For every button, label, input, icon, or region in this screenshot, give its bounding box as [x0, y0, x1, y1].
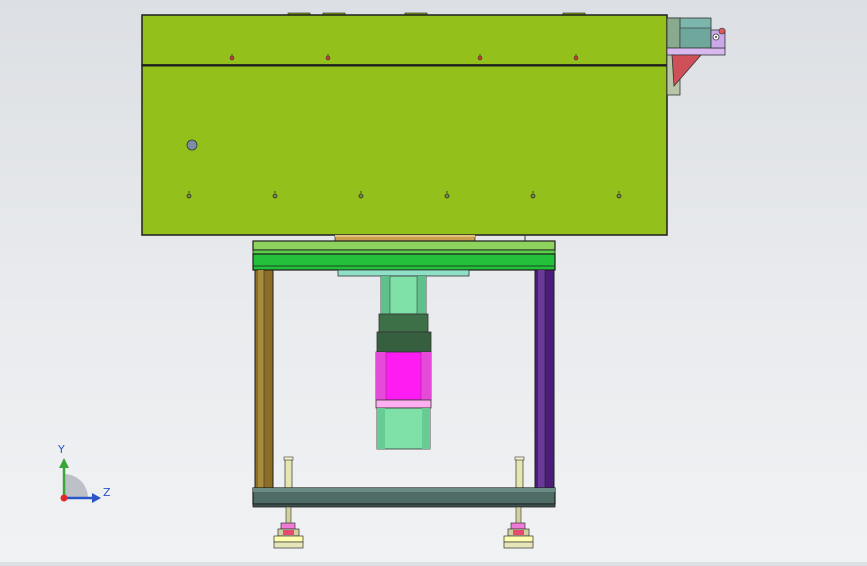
indicator-knob[interactable] [186, 139, 198, 151]
x-axis-dot-icon [60, 494, 68, 502]
top-plate[interactable] [252, 240, 556, 271]
triad-y-label: Y [58, 443, 65, 456]
view-triad[interactable] [59, 458, 101, 503]
triad-quadrant-icon [64, 474, 88, 498]
housing-lid[interactable] [141, 14, 668, 66]
side-mount[interactable] [666, 17, 726, 96]
guide-pins [283, 456, 525, 489]
red-bracket [671, 54, 702, 87]
leveling-foot-left[interactable] [273, 506, 304, 549]
cad-viewport[interactable]: Y Z [0, 0, 867, 562]
motor-gearbox [378, 313, 429, 333]
assembly-drawing [59, 12, 726, 549]
motor-assembly[interactable] [375, 275, 432, 450]
left-post[interactable] [254, 269, 274, 489]
upper-housing[interactable] [141, 12, 668, 236]
right-post[interactable] [534, 269, 555, 489]
motor-mount-plate [337, 269, 470, 277]
leveling-foot-right[interactable] [503, 506, 534, 549]
housing-body[interactable] [141, 64, 668, 236]
triad-z-label: Z [103, 486, 111, 499]
base-plate[interactable] [252, 487, 556, 508]
